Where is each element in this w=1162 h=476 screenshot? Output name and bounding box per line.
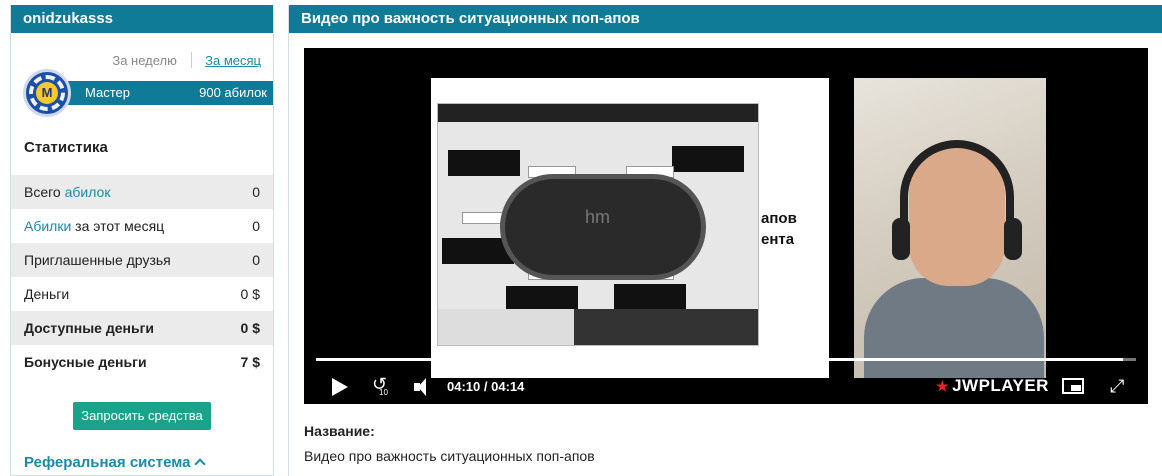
stats-row-money: Деньги 0 $: [11, 277, 273, 311]
webcam-feed: [854, 78, 1046, 378]
progress-fill: [316, 358, 1123, 361]
stats-row-total: Всего абилок 0: [11, 175, 273, 209]
stats-row-friends: Приглашенные друзья 0: [11, 243, 273, 277]
row-label: Всего: [24, 184, 65, 200]
stats-table: Всего абилок 0 Абилки за этот месяц 0 Пр…: [11, 175, 273, 379]
current-time: 04:10: [447, 379, 481, 394]
headphone-cup: [1004, 218, 1022, 260]
row-value: 7 $: [240, 354, 260, 370]
row-value: 0 $: [240, 320, 260, 336]
referral-toggle[interactable]: Реферальная система: [24, 454, 207, 471]
request-funds-button[interactable]: Запросить средства: [73, 402, 211, 430]
client-bottom-bar: [438, 309, 758, 345]
hud-panel: [614, 284, 686, 310]
rank-block: Мастер 900 абилок M: [23, 69, 273, 125]
video-panel: Видео про важность ситуационных поп-апов…: [288, 5, 1162, 476]
headphone-cup: [892, 218, 910, 260]
video-name-label: Название:: [304, 423, 375, 439]
period-month-link[interactable]: За месяц: [205, 53, 261, 68]
row-label: за этот месяц: [71, 218, 165, 234]
chevron-up-icon: [194, 458, 207, 470]
duration: 04:14: [491, 379, 525, 394]
volume-icon[interactable]: [414, 378, 434, 396]
poker-client-screenshot: hm: [437, 103, 759, 346]
slide-text-line: ента: [761, 231, 795, 248]
row-label: Доступные деньги: [24, 320, 155, 336]
headphones-icon: [900, 140, 1014, 240]
player-controls: ↺ 10 04:10 / 04:14 ★ JWPLAYER ⤢: [304, 370, 1148, 404]
poker-chip-icon: M: [23, 69, 71, 117]
referral-title: Реферальная система: [24, 454, 191, 471]
abilki-link[interactable]: Абилки: [24, 218, 71, 234]
hud-panel: [672, 146, 744, 172]
video-header-title: Видео про важность ситуационных поп-апов: [289, 5, 1162, 33]
stats-row-month: Абилки за этот месяц 0: [11, 209, 273, 243]
chip-letter: M: [36, 82, 58, 104]
rank-points: 900 абилок: [199, 85, 267, 100]
slide-text: апов ента: [761, 208, 797, 250]
rewind-10-icon[interactable]: ↺ 10: [372, 374, 388, 397]
slide-text-line: апов: [761, 210, 797, 227]
picture-in-picture-icon[interactable]: [1062, 378, 1084, 394]
rank-title: Мастер: [85, 85, 130, 100]
video-slide: hm апов ента: [431, 78, 829, 378]
video-player[interactable]: hm апов ента ↺ 10 04:10 / 04:14 ★ JWPLAY…: [304, 48, 1148, 404]
row-value: 0: [252, 184, 260, 200]
client-toolbar: [438, 104, 758, 122]
fullscreen-icon[interactable]: ⤢: [1110, 376, 1124, 397]
row-label: Бонусные деньги: [24, 354, 147, 370]
rank-bar: Мастер 900 абилок: [47, 81, 273, 105]
table-logo: hm: [585, 207, 611, 227]
time-display: 04:10 / 04:14: [447, 379, 524, 394]
video-name-value: Видео про важность ситуационных поп-апов: [304, 448, 595, 464]
row-value: 0: [252, 252, 260, 268]
period-switch: За неделю За месяц: [112, 52, 261, 68]
presenter-shirt: [864, 278, 1044, 378]
rewind-seconds: 10: [379, 388, 388, 397]
row-label: Деньги: [24, 286, 70, 302]
time-separator: /: [483, 379, 488, 394]
chat-pane: [438, 309, 574, 345]
period-week-link[interactable]: За неделю: [112, 53, 177, 68]
progress-bar[interactable]: [316, 358, 1136, 361]
period-divider: [190, 52, 192, 68]
poker-table: hm: [500, 174, 706, 280]
row-value: 0 $: [240, 286, 260, 302]
user-panel: onidzukasss За неделю За месяц Мастер 90…: [10, 5, 274, 476]
row-label: Приглашенные друзья: [24, 252, 171, 268]
stats-row-bonus: Бонусные деньги 7 $: [11, 345, 273, 379]
stats-row-available: Доступные деньги 0 $: [11, 311, 273, 345]
stats-title: Статистика: [24, 139, 108, 156]
row-value: 0: [252, 218, 260, 234]
volume-icon-cone: [418, 378, 426, 396]
jwplayer-logo[interactable]: ★ JWPLAYER: [936, 376, 1049, 396]
username-header: onidzukasss: [11, 5, 273, 33]
abilok-link[interactable]: абилок: [65, 184, 111, 200]
jwplayer-brand: JWPLAYER: [952, 376, 1049, 395]
play-icon[interactable]: [332, 378, 348, 396]
hud-panel: [448, 150, 520, 176]
jwplayer-mark-icon: ★: [936, 378, 950, 394]
